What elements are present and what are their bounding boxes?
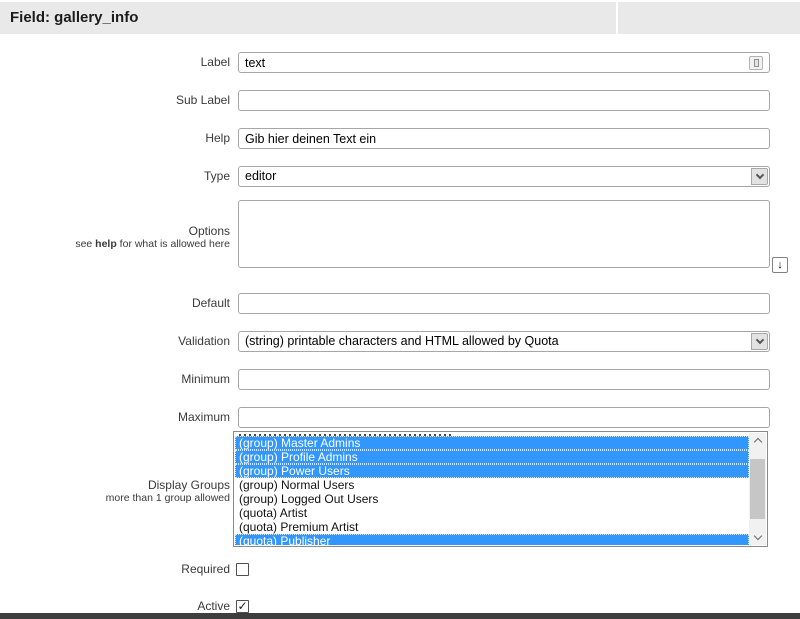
required-field-label: Required <box>0 563 230 576</box>
listbox-option[interactable]: (quota) Premium Artist <box>235 520 749 534</box>
bottom-section-bar <box>0 613 800 619</box>
required-checkbox[interactable] <box>236 563 249 576</box>
default-field-label: Default <box>0 293 230 314</box>
scrollbar-up-button[interactable] <box>749 433 766 449</box>
display-groups-note: more than 1 group allowed <box>0 492 230 504</box>
options-textarea[interactable] <box>238 200 770 268</box>
type-select-dropdown-button[interactable] <box>751 168 768 185</box>
chevron-up-icon <box>753 438 761 446</box>
header-divider <box>616 2 618 34</box>
default-input[interactable] <box>238 293 770 314</box>
minimum-field-label: Minimum <box>0 369 230 390</box>
sub-label-field-label: Sub Label <box>0 90 230 111</box>
validation-select-dropdown-button[interactable] <box>751 333 768 350</box>
clipped-list-item[interactable] <box>235 433 749 436</box>
display-groups-listbox[interactable]: (group) Master Admins(group) Profile Adm… <box>233 431 768 547</box>
minimum-input[interactable] <box>238 369 770 390</box>
down-arrow-icon: ↓ <box>777 259 783 271</box>
label-input[interactable] <box>238 52 770 73</box>
label-field-label: Label <box>0 52 230 73</box>
maximum-input[interactable] <box>238 407 770 428</box>
active-field-label: Active <box>0 600 230 613</box>
clipped-text-fragment <box>239 434 451 436</box>
scrollbar-down-button[interactable] <box>749 529 766 545</box>
type-select-value: editor <box>245 167 276 186</box>
listbox-option[interactable]: (quota) Publisher <box>235 534 749 545</box>
type-field-label: Type <box>0 166 230 187</box>
listbox-scrollbar[interactable] <box>749 433 766 545</box>
scroll-down-button[interactable]: ↓ <box>772 257 788 273</box>
listbox-option[interactable]: (quota) Artist <box>235 506 749 520</box>
listbox-option[interactable]: (group) Master Admins <box>235 436 749 450</box>
autofill-icon[interactable] <box>749 56 763 70</box>
listbox-option[interactable]: (group) Logged Out Users <box>235 492 749 506</box>
maximum-field-label: Maximum <box>0 407 230 428</box>
sub-label-input[interactable] <box>238 90 770 111</box>
listbox-option[interactable]: (group) Normal Users <box>235 478 749 492</box>
chevron-down-icon <box>755 336 763 344</box>
page-header: Field: gallery_info <box>0 2 800 34</box>
validation-field-label: Validation <box>0 331 230 352</box>
help-field-label: Help <box>0 128 230 149</box>
type-select[interactable]: editor <box>238 166 770 187</box>
display-groups-field-label: Display Groups more than 1 group allowed <box>0 478 230 504</box>
validation-select[interactable]: (string) printable characters and HTML a… <box>238 331 770 352</box>
scrollbar-thumb[interactable] <box>750 459 765 519</box>
listbox-option[interactable]: (group) Power Users <box>235 464 749 478</box>
chevron-down-icon <box>755 171 763 179</box>
options-field-note: see help for what is allowed here <box>0 238 230 250</box>
listbox-option[interactable]: (group) Profile Admins <box>235 450 749 464</box>
field-editor-page: Field: gallery_info Label Sub Label Help… <box>0 0 800 619</box>
options-field-label: Options see help for what is allowed her… <box>0 224 230 250</box>
chevron-down-icon <box>753 532 761 540</box>
validation-select-value: (string) printable characters and HTML a… <box>245 332 559 351</box>
display-groups-options: (group) Master Admins(group) Profile Adm… <box>235 433 749 545</box>
active-checkbox[interactable]: ✓ <box>236 600 249 613</box>
autofill-icon-glyph <box>754 59 759 67</box>
help-input[interactable] <box>238 128 770 149</box>
page-title: Field: gallery_info <box>10 2 138 34</box>
